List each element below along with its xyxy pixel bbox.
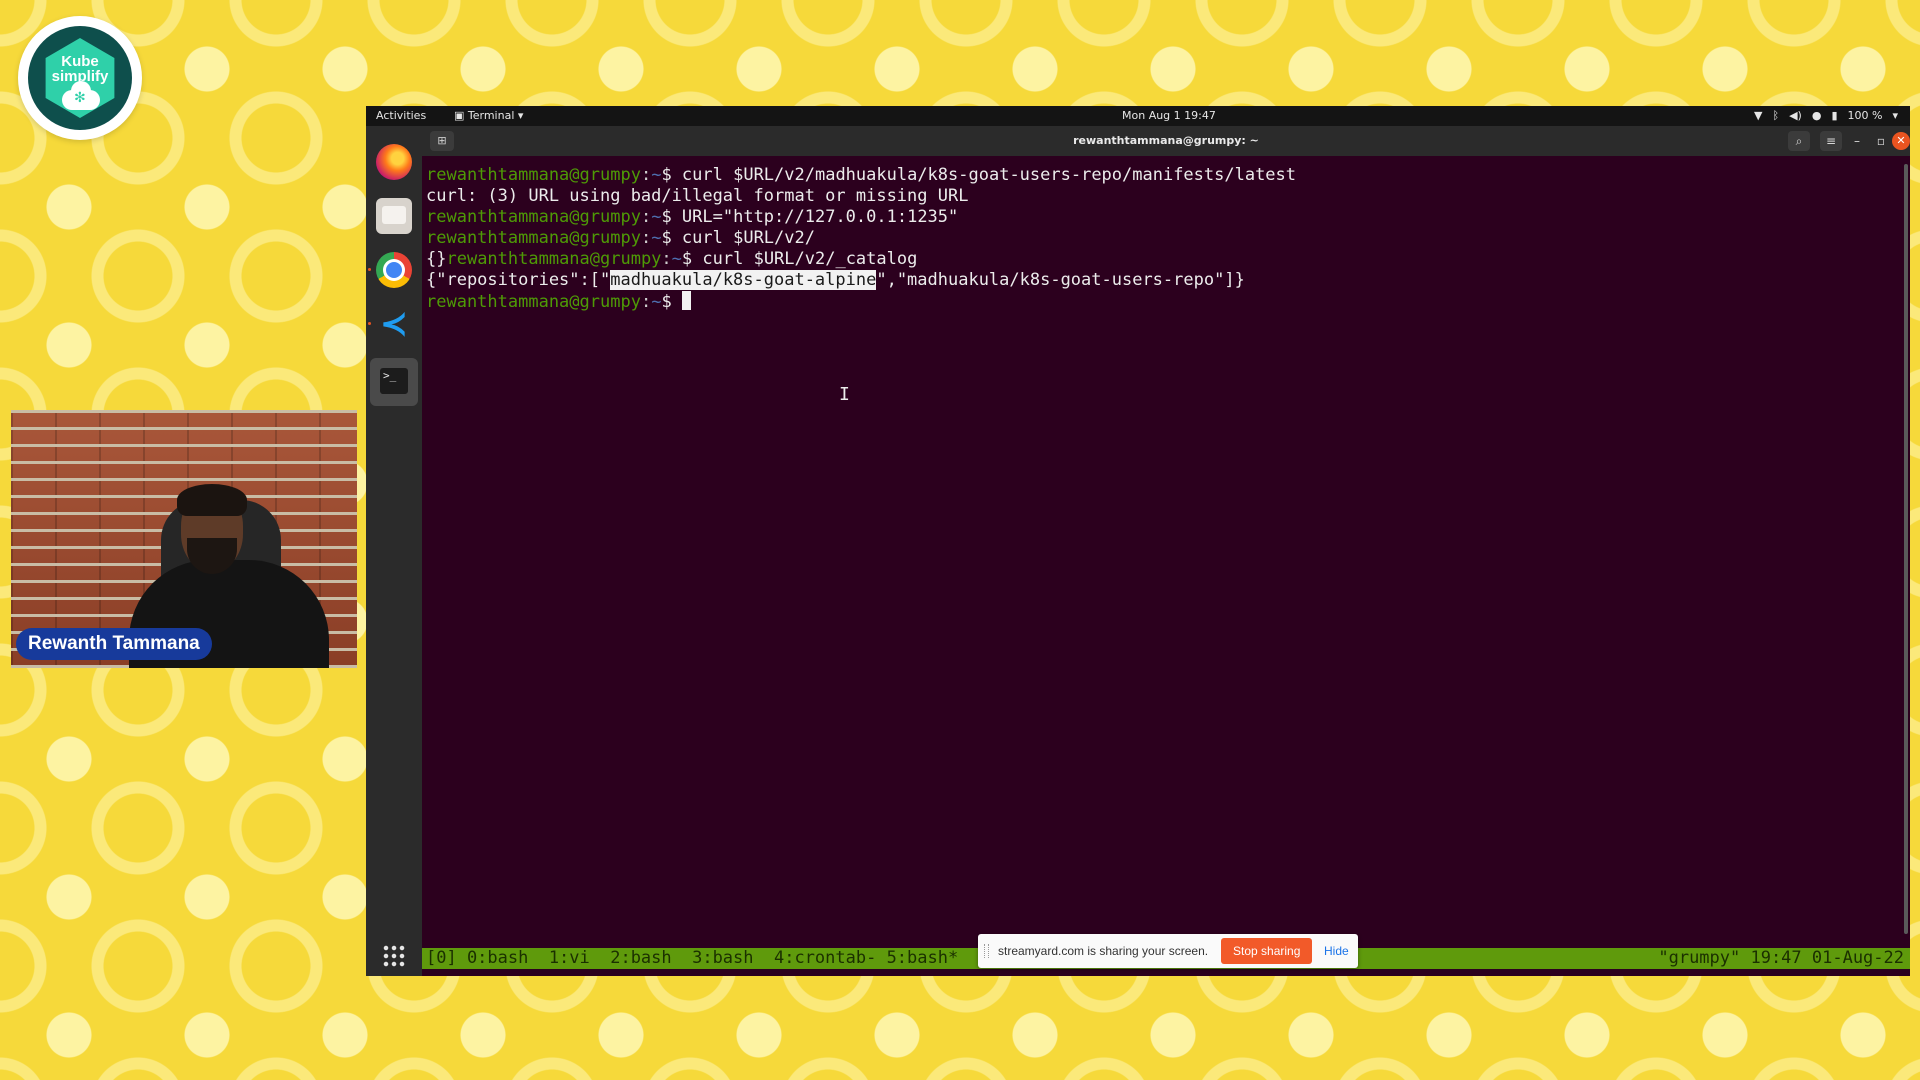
stop-sharing-button[interactable]: Stop sharing [1221,938,1313,964]
mouse-ibeam-cursor: I [839,384,850,405]
prompt-user: rewanthtammana@grumpy [426,165,641,185]
app-menu-terminal[interactable]: ▣ Terminal ▾ [454,106,523,126]
command-text: curl $URL/v2/ [681,228,815,248]
shared-desktop: Activities ▣ Terminal ▾ Mon Aug 1 19:47 … [366,106,1910,976]
terminal-output-line: {"repositories":["madhuakula/k8s-goat-al… [426,270,1245,291]
prompt-user: rewanthtammana@grumpy [426,207,641,227]
logo-badge: Kube simplify ✻ [28,26,132,130]
logo-text: Kube simplify [28,54,132,84]
helm-wheel-icon: ✻ [74,90,86,106]
close-icon[interactable]: ✕ [1892,132,1910,150]
terminal-app-icon: ▣ [454,109,468,122]
prompt-dollar: $ [661,207,682,227]
running-indicator [368,322,371,325]
presenter-hair [177,484,247,516]
prompt-path: ~ [651,207,662,227]
prompt-separator: : [640,165,652,185]
prompt-path: ~ [651,165,662,185]
prompt-path: ~ [651,292,662,312]
wifi-icon: ▼ [1754,109,1763,122]
show-applications-icon[interactable] [382,944,406,968]
chrome-icon[interactable] [376,252,412,288]
prompt-path: ~ [651,228,662,248]
presenter-name-tag: Rewanth Tammana [16,628,212,660]
vscode-icon[interactable]: ≺ [376,306,412,342]
terminal-line: rewanthtammana@grumpy:~$ curl $URL/v2/ma… [426,165,1296,186]
command-text: curl $URL/v2/_catalog [702,249,918,269]
window-titlebar[interactable]: ⊞ rewanthtammana@grumpy: ~ ⌕ ≡ – ▫ ✕ [422,126,1910,156]
text-cursor [681,291,691,310]
hide-button[interactable]: Hide [1324,934,1349,968]
prompt-separator: : [640,292,652,312]
terminal-window: ⊞ rewanthtammana@grumpy: ~ ⌕ ≡ – ▫ ✕ rew… [422,126,1910,976]
files-icon[interactable] [376,198,412,234]
firefox-icon[interactable] [376,144,412,180]
prompt-separator: : [640,207,652,227]
prompt-user: rewanthtammana@grumpy [426,292,641,312]
volume-icon: ◀) [1789,109,1802,122]
logo-text-line1: Kube [61,53,99,70]
prompt-separator: : [640,228,652,248]
terminal-output-line: curl: (3) URL using bad/illegal format o… [426,186,969,206]
clock[interactable]: Mon Aug 1 19:47 [1122,106,1216,126]
gnome-top-bar: Activities ▣ Terminal ▾ Mon Aug 1 19:47 … [366,106,1910,126]
prompt-dollar: $ [661,292,682,312]
terminal-line: rewanthtammana@grumpy:~$ URL="http://127… [426,207,958,228]
battery-percent: 100 % [1847,109,1883,122]
command-text: URL="http://127.0.0.1:1235" [681,207,959,227]
drag-handle-icon[interactable] [984,944,989,958]
minimize-icon[interactable]: – [1846,131,1868,151]
output-text: {"repositories":[" [426,270,611,290]
maximize-icon[interactable]: ▫ [1870,131,1892,151]
window-title: rewanthtammana@grumpy: ~ [1073,134,1259,147]
prompt-user: rewanthtammana@grumpy [446,249,662,269]
hamburger-menu-icon[interactable]: ≡ [1820,131,1842,151]
battery-icon: ▮ [1831,109,1838,122]
output-text: ","madhuakula/k8s-goat-users-repo"]} [876,270,1245,290]
command-text: curl $URL/v2/madhuakula/k8s-goat-users-r… [681,165,1297,185]
bluetooth-icon: ᛒ [1772,109,1780,122]
terminal-line: {}rewanthtammana@grumpy:~$ curl $URL/v2/… [426,249,917,270]
scrollbar[interactable] [1904,164,1908,934]
terminal-icon: >_ [380,368,408,394]
chevron-down-icon: ▾ [1892,109,1898,122]
microphone-icon: ● [1811,109,1822,122]
dock: ≺ >_ [366,126,422,976]
share-message: streamyard.com is sharing your screen. [998,944,1209,958]
prompt-separator: : [661,249,672,269]
prompt-user: rewanthtammana@grumpy [426,228,641,248]
running-indicator [368,268,371,271]
terminal-output[interactable]: rewanthtammana@grumpy:~$ curl $URL/v2/ma… [422,156,1910,976]
terminal-dock-item[interactable]: >_ [370,358,418,406]
tmux-status-right: "grumpy" 19:47 01-Aug-22 [1658,948,1904,968]
tmux-window-list[interactable]: [0] 0:bash 1:vi 2:bash 3:bash 4:crontab-… [426,948,958,969]
prompt-path: ~ [671,249,682,269]
search-icon[interactable]: ⌕ [1788,131,1810,151]
terminal-line: rewanthtammana@grumpy:~$ [426,291,691,313]
prompt-dollar: $ [661,228,682,248]
activities-button[interactable]: Activities [376,106,426,126]
system-tray[interactable]: ▼ ᛒ ◀) ● ▮ 100 % ▾ [1754,106,1898,126]
kubesimplify-logo: Kube simplify ✻ [18,16,142,140]
prompt-dollar: $ [661,165,682,185]
prompt-dollar: $ [681,249,703,269]
terminal-line: rewanthtammana@grumpy:~$ curl $URL/v2/ [426,228,815,249]
app-menu-label: Terminal ▾ [467,109,524,122]
screen-share-notification: streamyard.com is sharing your screen. S… [978,934,1358,968]
selected-text[interactable]: madhuakula/k8s-goat-alpine [610,270,877,290]
line-prefix: {} [426,249,447,269]
